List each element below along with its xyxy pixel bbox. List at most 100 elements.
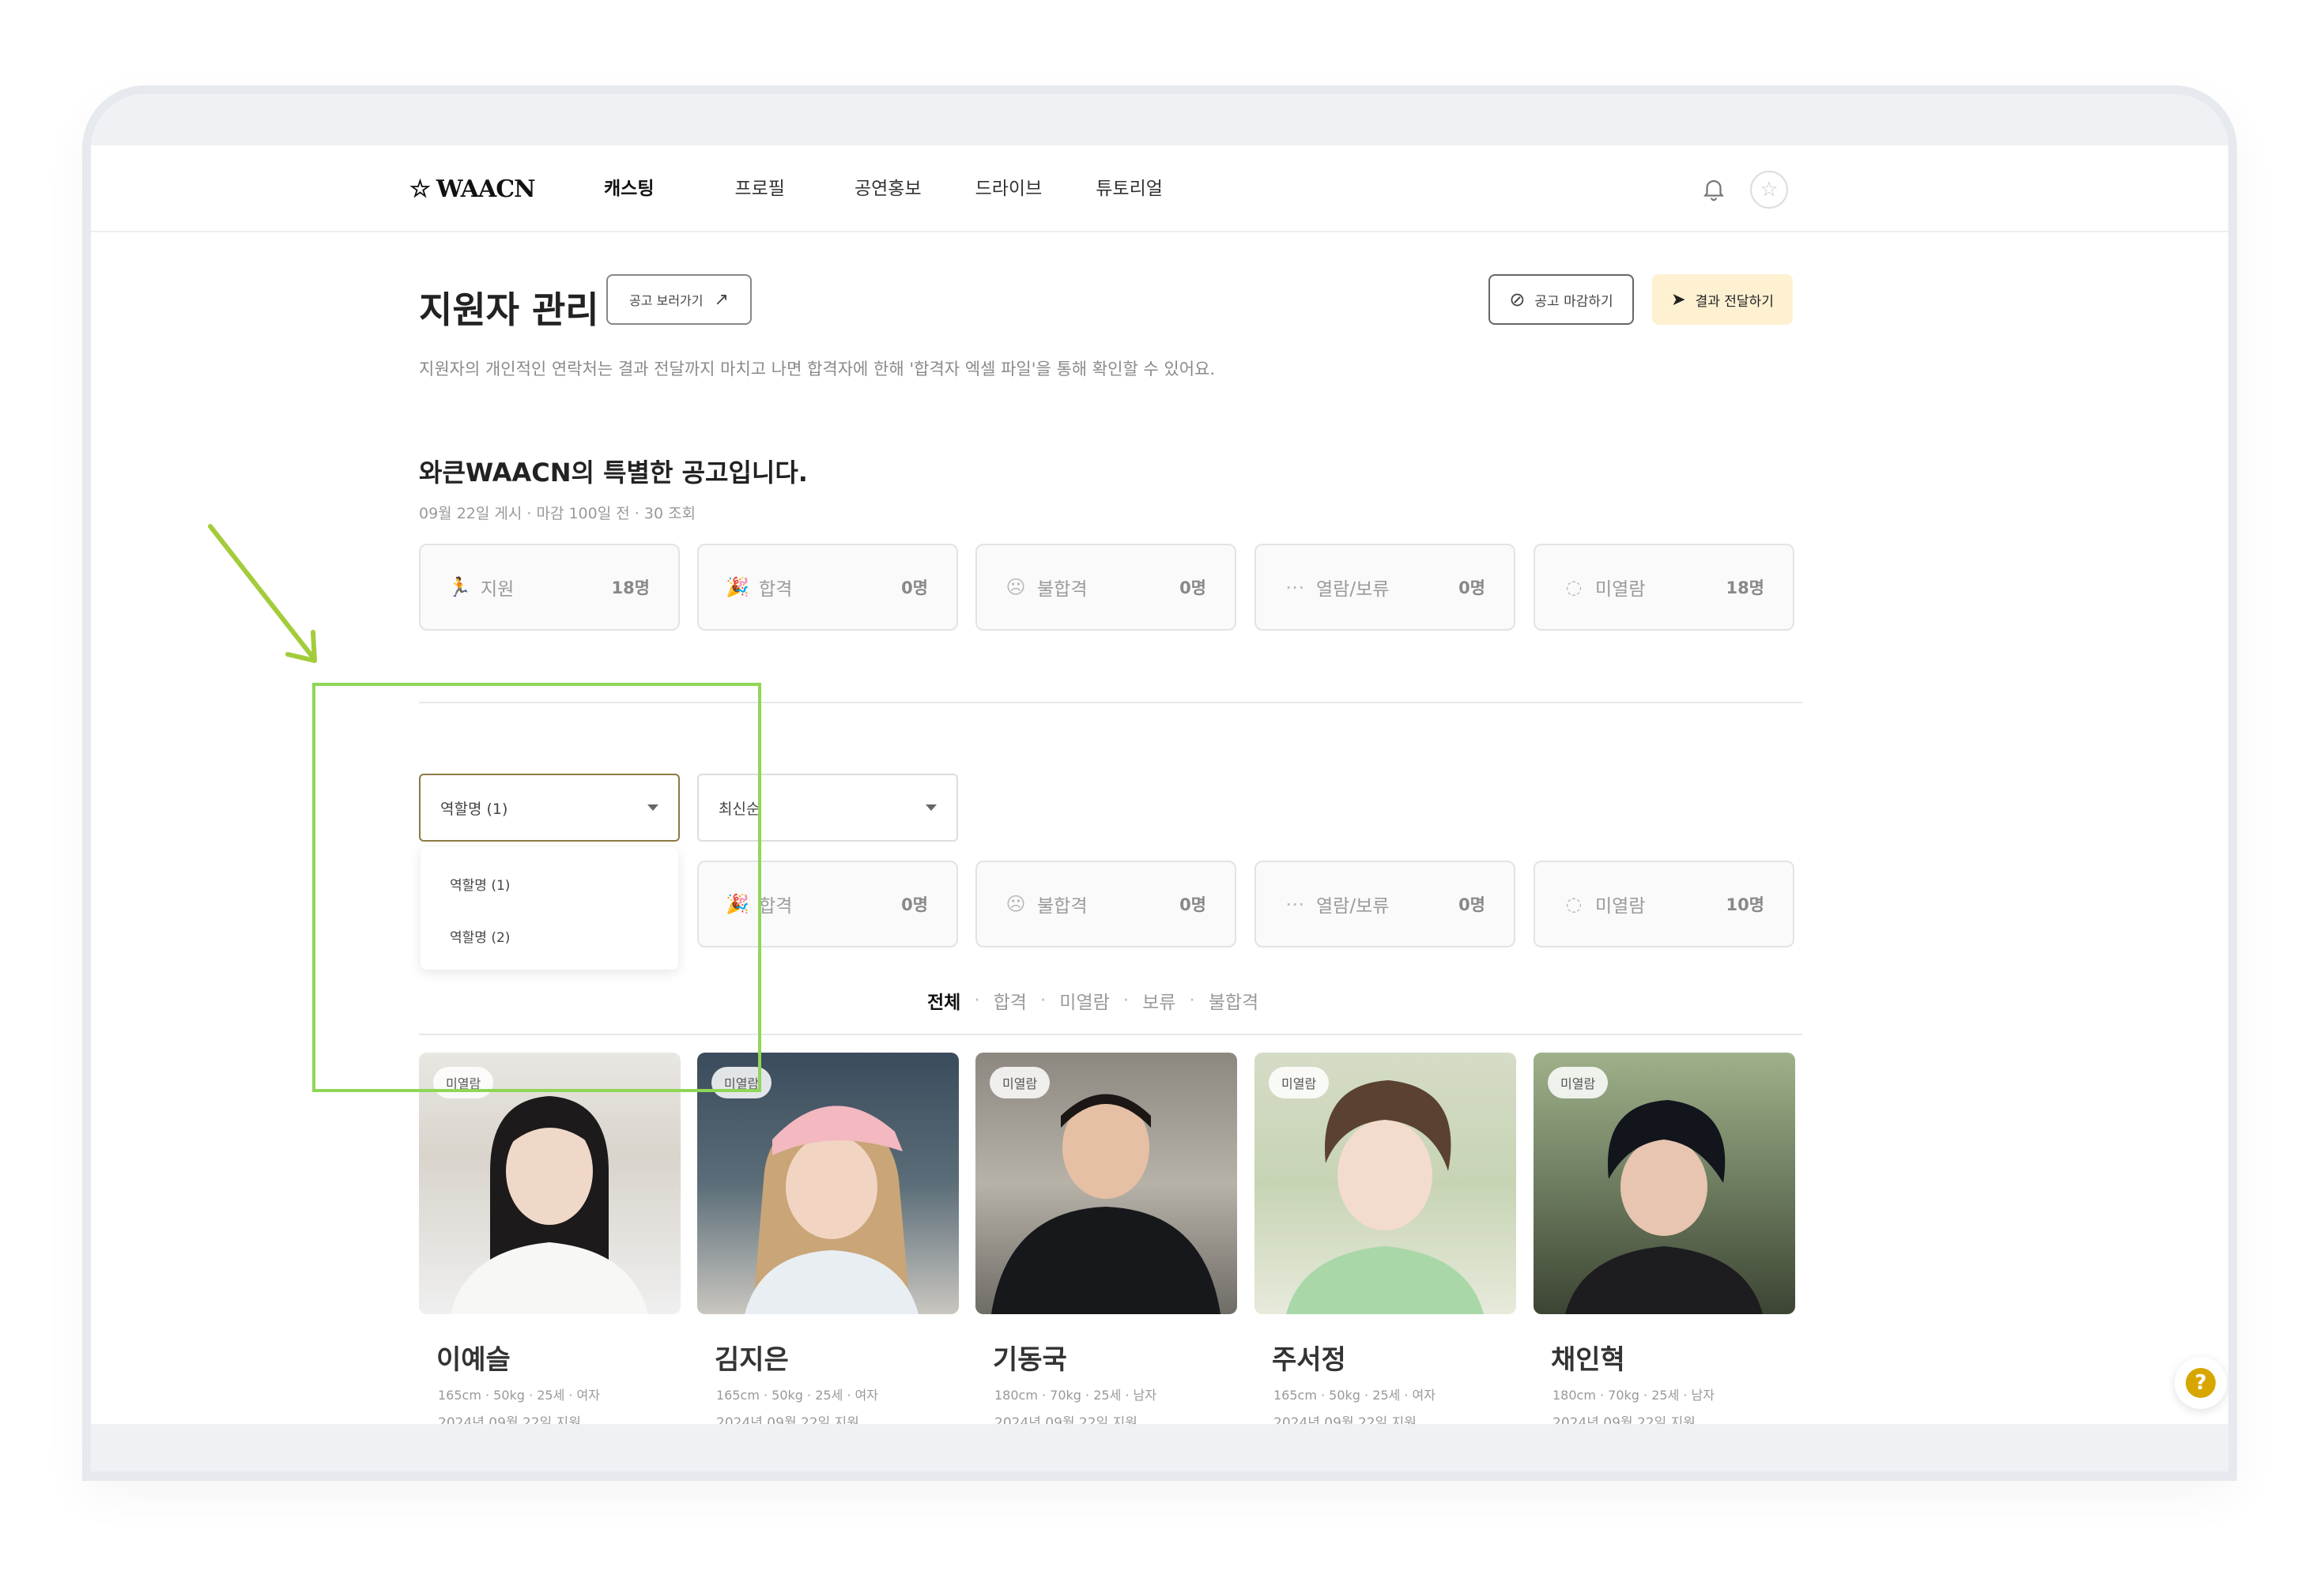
page-title: 지원자 관리 bbox=[419, 288, 599, 331]
sort-select-value: 최신순 bbox=[719, 800, 760, 818]
stat-value: 0명 bbox=[1179, 578, 1206, 597]
posting-title: 와큰WAACN의 특별한 공고입니다. bbox=[419, 458, 808, 488]
stat-label: 지원 bbox=[481, 579, 515, 600]
stat-value: 0명 bbox=[901, 895, 928, 914]
more-dots-icon: ⋯ bbox=[1285, 576, 1304, 598]
role-select[interactable]: 역할명 (1) bbox=[419, 774, 680, 842]
applicant-photo: 미열람 bbox=[1254, 1053, 1516, 1314]
browser-frame: ☆ WAACN 캐스팅 프로필 공연홍보 드라이브 튜토리얼 ☆ 지원자 관리 … bbox=[82, 85, 2237, 1481]
role-stat-viewed-hold[interactable]: ⋯ 열람/보류 0명 bbox=[1254, 861, 1515, 947]
applicant-name: 기동국 bbox=[993, 1344, 1067, 1376]
celebrate-icon: 🎉 bbox=[726, 893, 749, 915]
stat-passed[interactable]: 🎉 합격 0명 bbox=[697, 544, 958, 631]
applicant-photo: 미열람 bbox=[419, 1053, 681, 1314]
role-stat-passed[interactable]: 🎉 합격 0명 bbox=[697, 861, 958, 947]
status-filter-tabs: 전체 · 합격 · 미열람 · 보류 · 불합격 bbox=[927, 987, 1258, 1014]
help-button[interactable]: ? bbox=[2175, 1357, 2227, 1409]
applicant-name: 이예슬 bbox=[436, 1344, 511, 1376]
stat-label: 합격 bbox=[759, 579, 793, 600]
caret-down-icon bbox=[647, 804, 658, 811]
status-badge: 미열람 bbox=[711, 1067, 772, 1098]
applicant-name: 채인혁 bbox=[1551, 1344, 1625, 1376]
stat-label: 미열람 bbox=[1595, 579, 1646, 600]
applicant-info: 180cm · 70kg · 25세 · 남자 bbox=[994, 1388, 1156, 1403]
stat-value: 10명 bbox=[1726, 895, 1764, 914]
applicant-info: 165cm · 50kg · 25세 · 여자 bbox=[1273, 1388, 1436, 1403]
stat-label: 미열람 bbox=[1595, 896, 1646, 917]
applicant-card[interactable]: 미열람 채인혁 180cm · 70kg · 25세 · 남자 2024년 09… bbox=[1534, 1053, 1795, 1431]
send-icon: ➤ bbox=[1671, 289, 1686, 310]
close-posting-label: 공고 마감하기 bbox=[1534, 293, 1613, 310]
filter-hold[interactable]: 보류 bbox=[1142, 987, 1175, 1014]
filter-divider bbox=[419, 1034, 1802, 1035]
stat-value: 0명 bbox=[901, 578, 928, 597]
send-result-button[interactable]: ➤ 결과 전달하기 bbox=[1652, 274, 1793, 325]
stat-value: 18명 bbox=[1726, 578, 1764, 597]
stat-value: 18명 bbox=[611, 578, 650, 597]
eye-off-icon: ◌ bbox=[1565, 893, 1583, 915]
applicant-photo: 미열람 bbox=[1534, 1053, 1795, 1314]
stat-failed[interactable]: ☹ 불합격 0명 bbox=[975, 544, 1236, 631]
applicant-name: 김지은 bbox=[715, 1344, 789, 1376]
eye-off-icon: ◌ bbox=[1565, 576, 1583, 598]
applicant-icon: 🏃 bbox=[447, 576, 471, 598]
close-posting-button[interactable]: ⊘ 공고 마감하기 bbox=[1488, 274, 1634, 325]
sad-face-icon: ☹ bbox=[1005, 576, 1026, 598]
stat-unviewed[interactable]: ◌ 미열람 18명 bbox=[1534, 544, 1794, 631]
page-description: 지원자의 개인적인 연락처는 결과 전달까지 마치고 나면 합격자에 한해 '합… bbox=[419, 360, 1216, 379]
stat-viewed-hold[interactable]: ⋯ 열람/보류 0명 bbox=[1254, 544, 1515, 631]
separator-dot: · bbox=[1122, 990, 1130, 1011]
separator-dot: · bbox=[1039, 990, 1047, 1011]
separator-dot: · bbox=[1189, 990, 1195, 1011]
more-dots-icon: ⋯ bbox=[1285, 893, 1304, 915]
applicant-card[interactable]: 미열람 김지은 165cm · 50kg · 25세 · 여자 2024년 09… bbox=[697, 1053, 959, 1431]
stat-label: 열람/보류 bbox=[1316, 579, 1390, 600]
sort-select[interactable]: 최신순 bbox=[697, 774, 958, 842]
filter-failed[interactable]: 불합격 bbox=[1209, 987, 1258, 1014]
celebrate-icon: 🎉 bbox=[726, 576, 749, 598]
applicant-card[interactable]: 미열람 기동국 180cm · 70kg · 25세 · 남자 2024년 09… bbox=[975, 1053, 1237, 1431]
status-badge: 미열람 bbox=[990, 1067, 1051, 1098]
applicant-photo: 미열람 bbox=[697, 1053, 959, 1314]
view-posting-label: 공고 보러가기 bbox=[629, 293, 704, 308]
stat-label: 불합격 bbox=[1037, 896, 1088, 917]
stat-value: 0명 bbox=[1179, 895, 1206, 914]
posting-meta: 09월 22일 게시 · 마감 100일 전 · 30 조회 bbox=[419, 505, 696, 522]
status-badge: 미열람 bbox=[1548, 1067, 1609, 1098]
applicant-info: 165cm · 50kg · 25세 · 여자 bbox=[716, 1388, 878, 1403]
applicant-info: 180cm · 70kg · 25세 · 남자 bbox=[1552, 1388, 1715, 1403]
stat-label: 불합격 bbox=[1037, 579, 1088, 600]
role-option[interactable]: 역할명 (1) bbox=[421, 860, 678, 912]
content: 지원자 관리 공고 보러가기 ↗ ⊘ 공고 마감하기 ➤ 결과 전달하기 지원자… bbox=[91, 94, 2228, 1471]
role-dropdown-menu: 역할명 (1) 역할명 (2) bbox=[421, 847, 678, 970]
filter-unviewed[interactable]: 미열람 bbox=[1059, 987, 1109, 1014]
role-stat-unviewed[interactable]: ◌ 미열람 10명 bbox=[1534, 861, 1794, 947]
role-select-value: 역할명 (1) bbox=[440, 800, 508, 818]
stat-applied[interactable]: 🏃 지원 18명 bbox=[419, 544, 680, 631]
filter-all[interactable]: 전체 bbox=[927, 987, 960, 1014]
status-badge: 미열람 bbox=[433, 1067, 494, 1098]
stat-value: 0명 bbox=[1458, 895, 1485, 914]
send-result-label: 결과 전달하기 bbox=[1695, 293, 1774, 310]
applicant-card[interactable]: 미열람 이예슬 165cm · 50kg · 25세 · 여자 2024년 09… bbox=[419, 1053, 681, 1431]
browser-bottom-bar bbox=[91, 1424, 2228, 1471]
caret-down-icon bbox=[926, 804, 937, 811]
block-icon: ⊘ bbox=[1509, 288, 1526, 311]
applicant-info: 165cm · 50kg · 25세 · 여자 bbox=[438, 1388, 600, 1403]
arrow-up-right-icon: ↗ bbox=[714, 289, 729, 310]
section-divider bbox=[419, 702, 1802, 703]
status-badge: 미열람 bbox=[1269, 1067, 1330, 1098]
applicant-card[interactable]: 미열람 주서정 165cm · 50kg · 25세 · 여자 2024년 09… bbox=[1254, 1053, 1516, 1431]
question-icon: ? bbox=[2186, 1368, 2216, 1398]
sad-face-icon: ☹ bbox=[1005, 893, 1026, 915]
stat-value: 0명 bbox=[1458, 578, 1485, 597]
applicant-name: 주서정 bbox=[1272, 1344, 1346, 1376]
separator-dot: · bbox=[974, 990, 980, 1011]
stat-label: 열람/보류 bbox=[1316, 896, 1390, 917]
role-option[interactable]: 역할명 (2) bbox=[421, 912, 678, 964]
applicant-photo: 미열람 bbox=[975, 1053, 1237, 1314]
annotation-arrow-icon bbox=[208, 524, 317, 663]
filter-passed[interactable]: 합격 bbox=[994, 987, 1027, 1014]
role-stat-failed[interactable]: ☹ 불합격 0명 bbox=[975, 861, 1236, 947]
view-posting-button[interactable]: 공고 보러가기 ↗ bbox=[606, 274, 752, 325]
